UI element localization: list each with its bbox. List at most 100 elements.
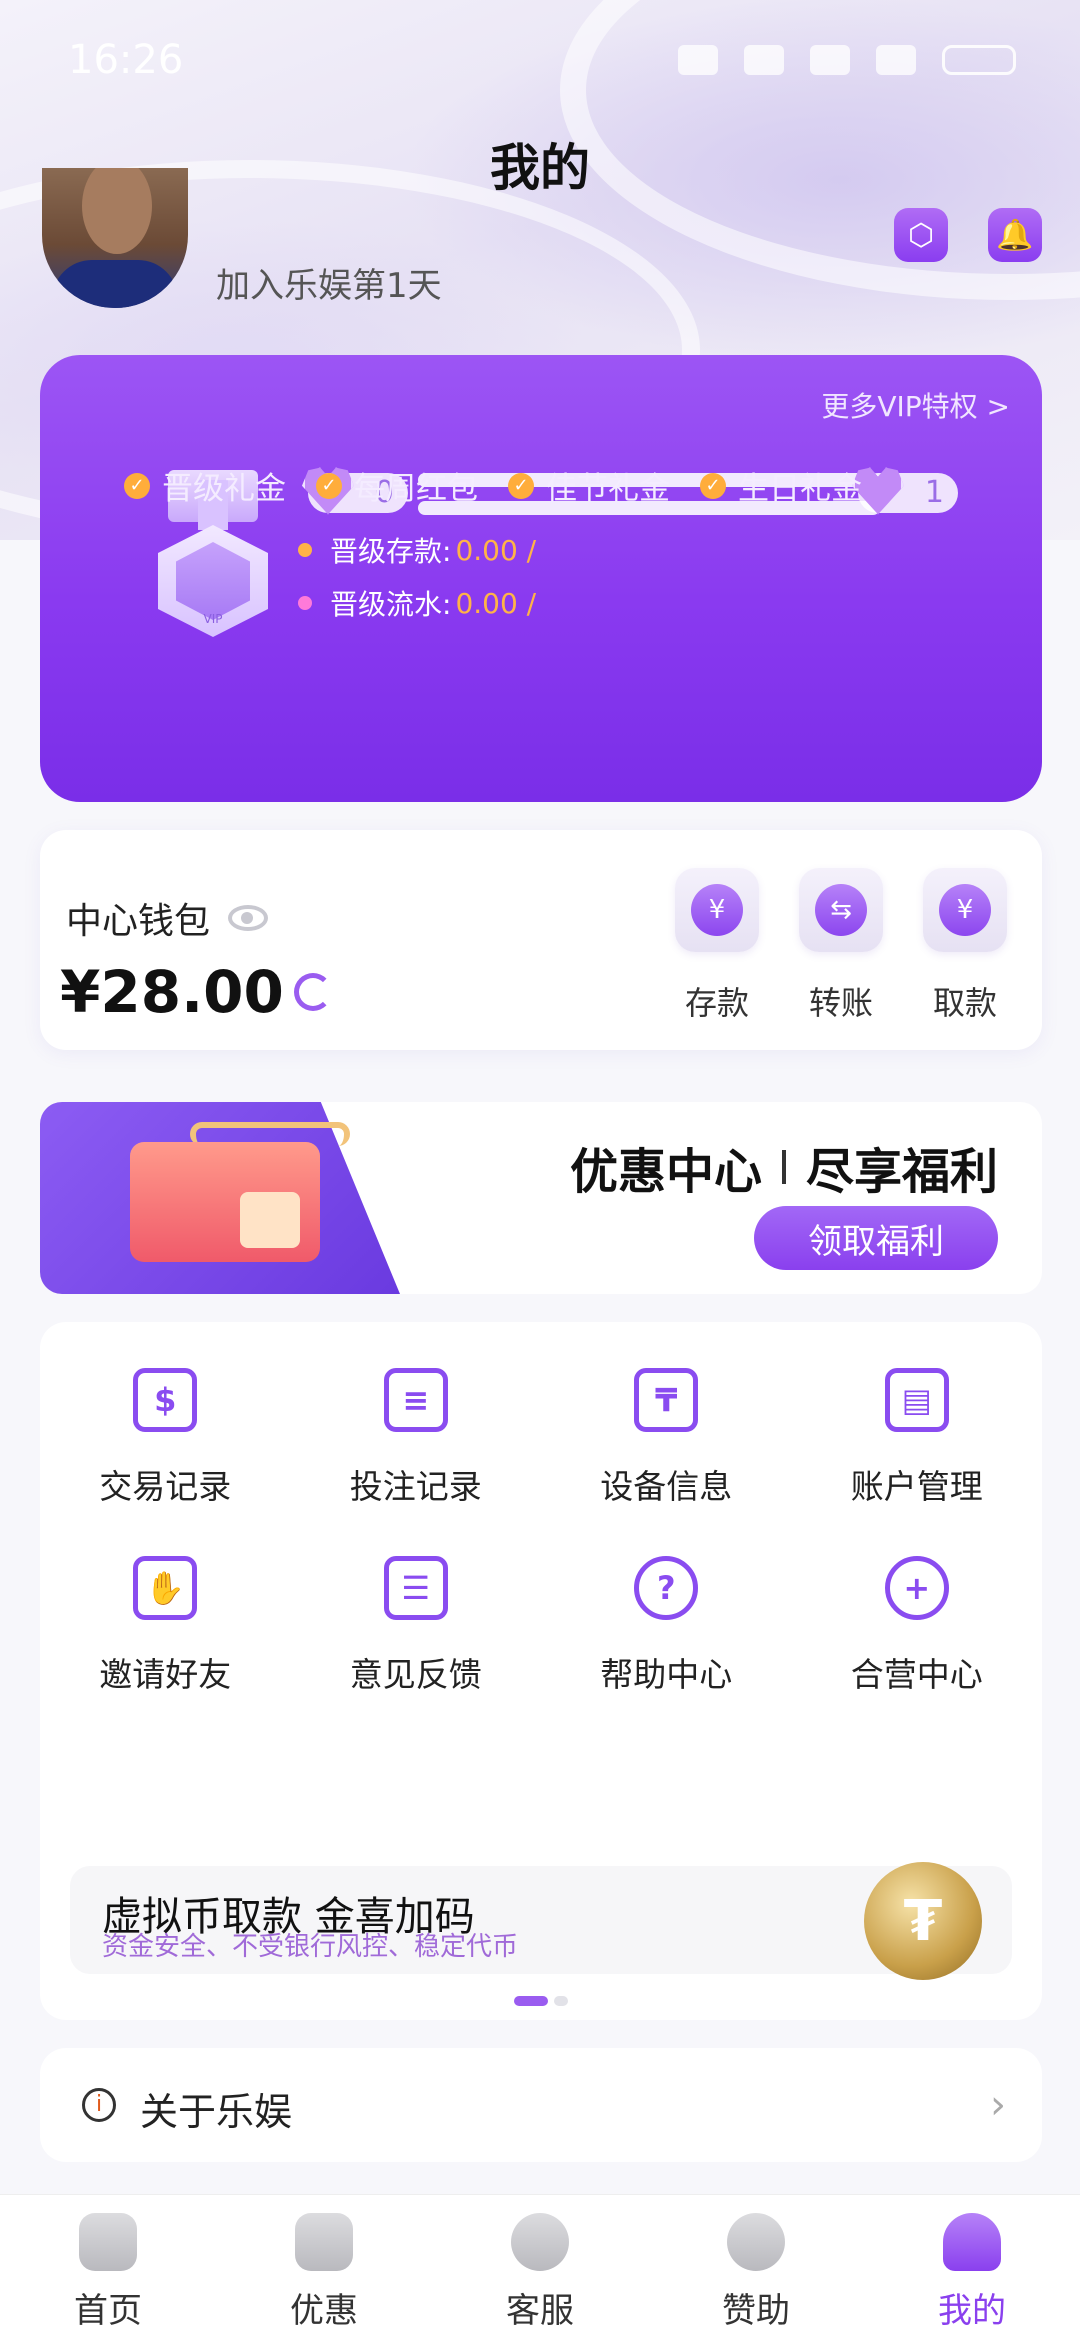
tab-label: 客服 — [506, 2291, 574, 2331]
add-user-icon: + — [884, 1556, 949, 1620]
turnover-requirement: 晋级流水: 0.00 / — [298, 583, 536, 623]
withdraw-button[interactable]: ¥ 取款 — [920, 868, 1010, 1024]
menu-item-label: 帮助中心 — [600, 1655, 733, 1694]
vip-perk-list: ✓ 晋级礼金 ✓ 每周红包 ✓ 佳节礼金 ✓ 生日礼金 — [124, 463, 862, 508]
menu-item-bets[interactable]: ≡ 投注记录 — [291, 1368, 542, 1508]
about-row[interactable]: i 关于乐娱 › — [40, 2048, 1042, 2162]
join-days-text: 加入乐娱第1天 — [216, 266, 442, 306]
receipt-icon: $ — [133, 1368, 198, 1432]
id-card-icon: ▤ — [884, 1368, 949, 1432]
check-icon: ✓ — [508, 472, 534, 499]
transfer-icon: ⇆ — [815, 884, 867, 936]
perk-item: ✓ 佳节礼金 — [508, 463, 670, 508]
carousel-indicator — [40, 1996, 1042, 2006]
perk-label: 每周红包 — [354, 471, 478, 507]
menu-item-label: 合营中心 — [850, 1655, 983, 1694]
menu-item-label: 账户管理 — [850, 1467, 983, 1506]
bell-icon[interactable]: 🔔 — [988, 208, 1042, 262]
signal-icon — [810, 45, 850, 75]
avatar[interactable] — [42, 168, 188, 308]
chevron-right-icon: › — [990, 2082, 1006, 2128]
star-icon — [295, 2213, 353, 2271]
menu-item-feedback[interactable]: ☰ 意见反馈 — [291, 1556, 542, 1696]
perk-label: 生日礼金 — [738, 471, 862, 507]
crypto-withdraw-banner[interactable]: 虚拟币取款 金喜加码 资金安全、不受银行风控、稳定代币 ₮ — [70, 1862, 1012, 1980]
tab-label: 首页 — [74, 2291, 142, 2331]
turnover-label: 晋级流水: — [330, 588, 452, 621]
tab-label: 我的 — [938, 2291, 1006, 2331]
tab-promotions[interactable]: 优惠 — [216, 2195, 432, 2340]
promo-title: 优惠中心 尽享福利 — [570, 1132, 998, 1202]
eye-icon[interactable] — [228, 905, 269, 931]
claim-benefit-button[interactable]: 领取福利 — [754, 1206, 998, 1270]
home-icon — [79, 2213, 137, 2271]
menu-item-label: 意见反馈 — [349, 1655, 482, 1694]
deposit-requirement: 晋级存款: 0.00 / — [298, 530, 536, 570]
tab-support[interactable]: 客服 — [432, 2195, 648, 2340]
support-icon — [511, 2213, 569, 2271]
promo-title-right: 尽享福利 — [805, 1144, 998, 1200]
menu-card: $ 交易记录 ≡ 投注记录 ₸ 设备信息 ▤ 账户管理 ✋ 邀请好友 ☰ 意见反… — [40, 1322, 1042, 2020]
bottom-tab-bar: 首页 优惠 客服 赞助 我的 — [0, 2194, 1080, 2340]
deposit-icon: ¥ — [691, 884, 743, 936]
perk-item: ✓ 每周红包 — [316, 463, 478, 508]
perk-label: 佳节礼金 — [546, 471, 670, 507]
menu-item-device[interactable]: ₸ 设备信息 — [541, 1368, 792, 1508]
laptop-icon: ₸ — [634, 1368, 699, 1432]
check-icon: ✓ — [124, 472, 150, 499]
menu-item-label: 邀请好友 — [99, 1655, 232, 1694]
deposit-dot-icon — [298, 543, 312, 557]
battery-icon — [942, 45, 1016, 75]
check-icon: ✓ — [700, 472, 726, 499]
sponsor-icon — [727, 2213, 785, 2271]
wifi-icon — [744, 45, 784, 75]
gift-box-graphic — [240, 1192, 300, 1248]
promo-separator — [781, 1150, 786, 1184]
deposit-label: 晋级存款: — [330, 535, 452, 568]
tab-mine[interactable]: 我的 — [864, 2195, 1080, 2340]
info-icon: i — [82, 2088, 116, 2122]
profile-icon — [943, 2213, 1001, 2271]
menu-item-label: 设备信息 — [600, 1467, 733, 1506]
wallet-balance: ¥28.00 — [60, 958, 284, 1026]
menu-item-invite[interactable]: ✋ 邀请好友 — [40, 1556, 291, 1696]
promo-banner[interactable]: 优惠中心 尽享福利 领取福利 — [40, 1102, 1042, 1294]
transfer-button[interactable]: ⇆ 转账 — [796, 868, 886, 1024]
crypto-banner-subtitle: 资金安全、不受银行风控、稳定代币 — [102, 1932, 519, 1962]
status-icons — [678, 45, 1016, 75]
tab-sponsor[interactable]: 赞助 — [648, 2195, 864, 2340]
status-bar: 16:26 — [0, 0, 1080, 120]
deposit-label: 存款 — [684, 984, 749, 1022]
vip-card: 更多VIP特权 > VIP 0 1 晋级存款: 0.00 / 晋级流水: 0.0… — [40, 355, 1042, 802]
signal-icon — [876, 45, 916, 75]
refresh-icon[interactable] — [293, 973, 332, 1011]
about-label: 关于乐娱 — [140, 2090, 293, 2134]
carousel-dot-active — [514, 1996, 548, 2006]
tab-home[interactable]: 首页 — [0, 2195, 216, 2340]
menu-item-label: 交易记录 — [99, 1467, 232, 1506]
menu-item-affiliate[interactable]: + 合营中心 — [792, 1556, 1043, 1696]
wallet-title: 中心钱包 — [66, 901, 211, 942]
feedback-icon: ☰ — [383, 1556, 448, 1620]
deposit-button[interactable]: ¥ 存款 — [672, 868, 762, 1024]
wallet-card: 中心钱包 ¥28.00 ¥ 存款 ⇆ 转账 ¥ 取款 — [40, 830, 1042, 1050]
tether-coin-icon: ₮ — [864, 1862, 982, 1980]
settings-icon[interactable]: ⬡ — [894, 208, 948, 262]
menu-item-transactions[interactable]: $ 交易记录 — [40, 1368, 291, 1508]
bet-record-icon: ≡ — [383, 1368, 448, 1432]
perk-label: 晋级礼金 — [162, 471, 286, 507]
perk-item: ✓ 生日礼金 — [700, 463, 862, 508]
status-time: 16:26 — [68, 37, 184, 83]
next-level-badge: 1 — [852, 467, 958, 515]
nfc-icon — [678, 45, 718, 75]
turnover-value: 0.00 / — [455, 586, 537, 620]
menu-item-help[interactable]: ? 帮助中心 — [541, 1556, 792, 1696]
withdraw-icon: ¥ — [939, 884, 991, 936]
vip-more-link[interactable]: 更多VIP特权 > — [821, 385, 1010, 425]
menu-grid: $ 交易记录 ≡ 投注记录 ₸ 设备信息 ▤ 账户管理 ✋ 邀请好友 ☰ 意见反… — [40, 1368, 1042, 1696]
deposit-value: 0.00 / — [455, 533, 537, 567]
turnover-dot-icon — [298, 596, 312, 610]
perk-item: ✓ 晋级礼金 — [124, 463, 286, 508]
menu-item-account[interactable]: ▤ 账户管理 — [792, 1368, 1043, 1508]
invite-icon: ✋ — [133, 1556, 198, 1620]
